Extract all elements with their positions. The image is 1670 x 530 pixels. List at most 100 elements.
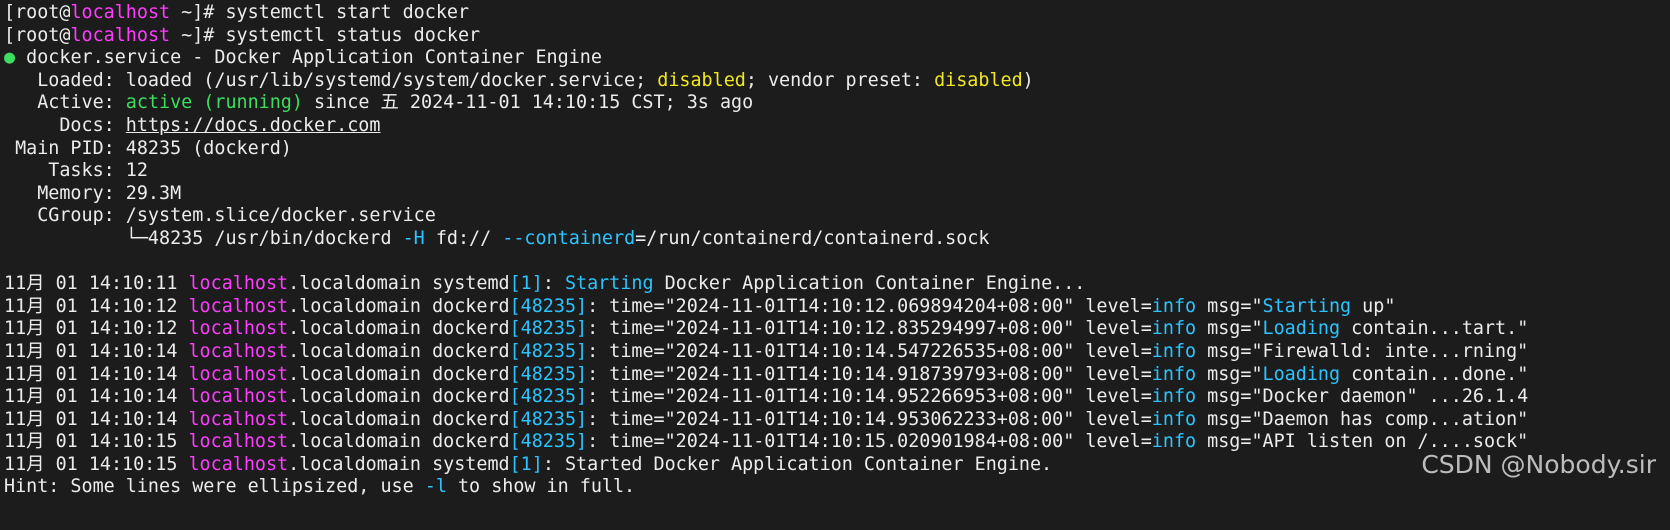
terminal-text-segment: .localdomain dockerd bbox=[288, 295, 510, 317]
terminal-text-segment: [1] bbox=[509, 273, 543, 295]
terminal-text-segment: contain...tart." bbox=[1340, 318, 1529, 340]
terminal-text-segment: msg="Firewalld: inte...rning" bbox=[1196, 340, 1529, 362]
terminal-text-segment: : time="2024-11-01T14:10:14.952266953+08… bbox=[587, 386, 1152, 408]
terminal-text-segment: : time="2024-11-01T14:10:12.069894204+08… bbox=[587, 295, 1152, 317]
terminal-line: 11月 01 14:10:15 localhost.localdomain sy… bbox=[4, 454, 1670, 477]
terminal-text-segment: Active: bbox=[4, 92, 126, 114]
terminal-text-segment: Docker Application Container Engine... bbox=[653, 273, 1086, 295]
terminal-text-segment: : time="2024-11-01T14:10:14.953062233+08… bbox=[587, 408, 1152, 430]
terminal-text-segment: [48235] bbox=[509, 340, 588, 362]
terminal-text-segment: up" bbox=[1351, 295, 1396, 317]
terminal-text-segment: info bbox=[1151, 408, 1197, 430]
terminal-text-segment: 11月 01 14:10:15 bbox=[4, 431, 189, 453]
terminal-line: [root@localhost ~]# systemctl start dock… bbox=[4, 2, 1670, 25]
terminal-text-segment: to show in full. bbox=[446, 476, 636, 498]
terminal-text-segment: .localdomain systemd bbox=[288, 453, 510, 475]
terminal-text-segment: ~]# systemctl status docker bbox=[170, 24, 481, 46]
terminal-text-segment: info bbox=[1151, 363, 1197, 385]
terminal-text-segment: active (running) bbox=[125, 92, 303, 114]
terminal-text-segment: localhost bbox=[70, 2, 171, 23]
terminal-text-segment: .localdomain dockerd bbox=[288, 431, 510, 453]
terminal-text-segment: [48235] bbox=[509, 386, 588, 408]
terminal-text-segment: └─48235 /usr/bin/dockerd bbox=[4, 227, 403, 249]
terminal-output[interactable]: [root@localhost ~]# systemctl start dock… bbox=[0, 0, 1670, 499]
terminal-line: Hint: Some lines were ellipsized, use -l… bbox=[4, 476, 1670, 499]
terminal-text-segment: [48235] bbox=[509, 295, 588, 317]
terminal-text-segment: [1] bbox=[509, 453, 543, 475]
terminal-line: Docs: https://docs.docker.com bbox=[4, 115, 1670, 138]
terminal-text-segment: ● bbox=[4, 47, 27, 69]
terminal-text-segment: info bbox=[1151, 318, 1197, 340]
terminal-text-segment: Docs: bbox=[4, 114, 126, 136]
terminal-text-segment: ~]# systemctl start docker bbox=[170, 2, 470, 23]
terminal-text-segment: localhost bbox=[188, 431, 289, 453]
terminal-text-segment: --containerd bbox=[502, 227, 636, 249]
terminal-text-segment: Main PID: 48235 (dockerd) bbox=[4, 137, 292, 159]
terminal-text-segment: .localdomain dockerd bbox=[288, 408, 510, 430]
terminal-text-segment: localhost bbox=[188, 386, 289, 408]
terminal-line: [root@localhost ~]# systemctl status doc… bbox=[4, 25, 1670, 48]
terminal-text-segment: [48235] bbox=[509, 318, 588, 340]
terminal-line: 11月 01 14:10:14 localhost.localdomain do… bbox=[4, 409, 1670, 432]
terminal-line: 11月 01 14:10:12 localhost.localdomain do… bbox=[4, 296, 1670, 319]
terminal-text-segment: msg=" bbox=[1196, 318, 1263, 340]
terminal-text-segment: 11月 01 14:10:14 bbox=[4, 340, 189, 362]
terminal-line: 11月 01 14:10:12 localhost.localdomain do… bbox=[4, 318, 1670, 341]
terminal-text-segment: contain...done." bbox=[1340, 363, 1529, 385]
terminal-text-segment: : time="2024-11-01T14:10:12.835294997+08… bbox=[587, 318, 1152, 340]
terminal-text-segment: 11月 01 14:10:14 bbox=[4, 386, 189, 408]
terminal-text-segment: -H bbox=[402, 227, 425, 249]
terminal-text-segment: localhost bbox=[70, 24, 171, 46]
terminal-text-segment: info bbox=[1151, 340, 1197, 362]
terminal-text-segment: [root@ bbox=[4, 24, 71, 46]
watermark-text: CSDN @Nobody.sir bbox=[1421, 450, 1656, 479]
terminal-text-segment: 11月 01 14:10:11 bbox=[4, 273, 189, 295]
terminal-text-segment: Loading bbox=[1262, 363, 1341, 385]
terminal-line: CGroup: /system.slice/docker.service bbox=[4, 205, 1670, 228]
terminal-text-segment: docker.service - Docker Application Cont… bbox=[26, 47, 602, 69]
terminal-text-segment: [48235] bbox=[509, 408, 588, 430]
terminal-text-segment: 11月 01 14:10:15 bbox=[4, 453, 189, 475]
terminal-text-segment: .localdomain dockerd bbox=[288, 386, 510, 408]
terminal-text-segment: ) bbox=[1022, 69, 1034, 91]
terminal-line: Main PID: 48235 (dockerd) bbox=[4, 138, 1670, 161]
terminal-text-segment: localhost bbox=[188, 340, 289, 362]
terminal-text-segment: msg="Daemon has comp...ation" bbox=[1196, 408, 1529, 430]
terminal-line: 11月 01 14:10:14 localhost.localdomain do… bbox=[4, 341, 1670, 364]
terminal-line: 11月 01 14:10:14 localhost.localdomain do… bbox=[4, 386, 1670, 409]
terminal-line: Loaded: loaded (/usr/lib/systemd/system/… bbox=[4, 70, 1670, 93]
terminal-text-segment: CGroup: /system.slice/docker.service bbox=[4, 205, 436, 227]
terminal-text-segment: info bbox=[1151, 295, 1197, 317]
terminal-text-segment: 11月 01 14:10:14 bbox=[4, 363, 189, 385]
terminal-text-segment: msg=" bbox=[1196, 295, 1263, 317]
terminal-line: └─48235 /usr/bin/dockerd -H fd:// --cont… bbox=[4, 228, 1670, 251]
terminal-line: 11月 01 14:10:14 localhost.localdomain do… bbox=[4, 364, 1670, 387]
terminal-text-segment: : time="2024-11-01T14:10:14.918739793+08… bbox=[587, 363, 1152, 385]
terminal-text-segment: localhost bbox=[188, 453, 289, 475]
docs-link[interactable]: https://docs.docker.com bbox=[126, 115, 381, 136]
terminal-text-segment: Starting bbox=[564, 273, 654, 295]
terminal-text-segment: localhost bbox=[188, 295, 289, 317]
terminal-line: Active: active (running) since 五 2024-11… bbox=[4, 92, 1670, 115]
terminal-text-segment: Loading bbox=[1262, 318, 1341, 340]
terminal-text-segment: : time="2024-11-01T14:10:14.547226535+08… bbox=[587, 340, 1152, 362]
terminal-text-segment: localhost bbox=[188, 363, 289, 385]
terminal-text-segment: Hint: Some lines were ellipsized, use bbox=[4, 476, 425, 498]
terminal-text-segment: .localdomain dockerd bbox=[288, 318, 510, 340]
terminal-text-segment: 11月 01 14:10:12 bbox=[4, 295, 189, 317]
terminal-text-segment: 11月 01 14:10:14 bbox=[4, 408, 189, 430]
terminal-text-segment: msg="Docker daemon" ...26.1.4 bbox=[1196, 386, 1529, 408]
terminal-line: Tasks: 12 bbox=[4, 160, 1670, 183]
terminal-text-segment: Memory: 29.3M bbox=[4, 182, 182, 204]
terminal-text-segment: -l bbox=[424, 476, 447, 498]
terminal-text-segment: disabled bbox=[934, 69, 1023, 91]
terminal-text-segment: info bbox=[1151, 431, 1197, 453]
terminal-text-segment: .localdomain systemd bbox=[288, 273, 510, 295]
terminal-text-segment: [48235] bbox=[509, 363, 588, 385]
terminal-text-segment: localhost bbox=[188, 273, 289, 295]
terminal-text-segment: : time="2024-11-01T14:10:15.020901984+08… bbox=[587, 431, 1152, 453]
terminal-text-segment: ; vendor preset: bbox=[745, 69, 935, 91]
terminal-text-segment: Tasks: 12 bbox=[4, 160, 148, 182]
terminal-text-segment: [48235] bbox=[509, 431, 588, 453]
